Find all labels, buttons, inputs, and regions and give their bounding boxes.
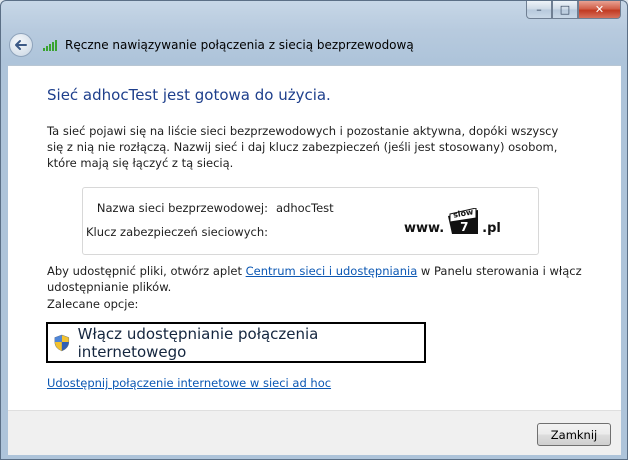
page-heading: Sieć adhocTest jest gotowa do użycia. — [47, 86, 331, 104]
watermark-prefix: www. — [404, 221, 445, 236]
watermark-logo: www. slow 7 .pl — [404, 207, 501, 236]
watermark-badge: slow 7 — [446, 207, 480, 236]
share-instructions: Aby udostępnić pliki, otwórz aplet Centr… — [47, 263, 587, 295]
navigation-bar: Ręczne nawiązywanie połączenia z siecią … — [9, 31, 414, 59]
wireless-signal-icon — [43, 39, 59, 51]
content-area: Sieć adhocTest jest gotowa do użycia. Ta… — [8, 65, 621, 411]
enable-ics-label: Włącz udostępnianie połączenia interneto… — [77, 324, 319, 361]
network-center-link[interactable]: Centrum sieci i udostępniania — [246, 264, 418, 278]
window-title: Ręczne nawiązywanie połączenia z siecią … — [65, 38, 414, 52]
caption-buttons: – □ ✕ — [526, 1, 621, 19]
maximize-button[interactable]: □ — [552, 1, 578, 19]
network-name-value: adhocTest — [276, 201, 334, 215]
share-adhoc-link[interactable]: Udostępnij połączenie internetowe w siec… — [47, 376, 331, 390]
back-button[interactable] — [9, 33, 33, 57]
uac-shield-icon — [54, 334, 70, 351]
close-window-button[interactable]: ✕ — [578, 1, 621, 19]
dialog-footer: Zamknij — [8, 410, 621, 455]
security-key-label: Klucz zabezpieczeń sieciowych: — [86, 225, 268, 239]
enable-ics-button[interactable]: Włącz udostępnianie połączenia interneto… — [46, 322, 426, 363]
dialog-window: – □ ✕ Ręczne nawiązywanie połączenia z s… — [0, 0, 628, 460]
description-text: Ta sieć pojawi się na liście sieci bezpr… — [47, 124, 559, 170]
watermark-logo-number: 7 — [460, 220, 469, 234]
minimize-button[interactable]: – — [526, 1, 552, 19]
network-name-label: Nazwa sieci bezprzewodowej: — [96, 201, 268, 215]
share-text-before: Aby udostępnić pliki, otwórz aplet — [47, 264, 246, 278]
back-arrow-icon — [15, 40, 27, 50]
recommended-label: Zalecane opcje: — [47, 297, 139, 311]
close-button[interactable]: Zamknij — [537, 423, 611, 446]
watermark-suffix: .pl — [482, 221, 501, 236]
